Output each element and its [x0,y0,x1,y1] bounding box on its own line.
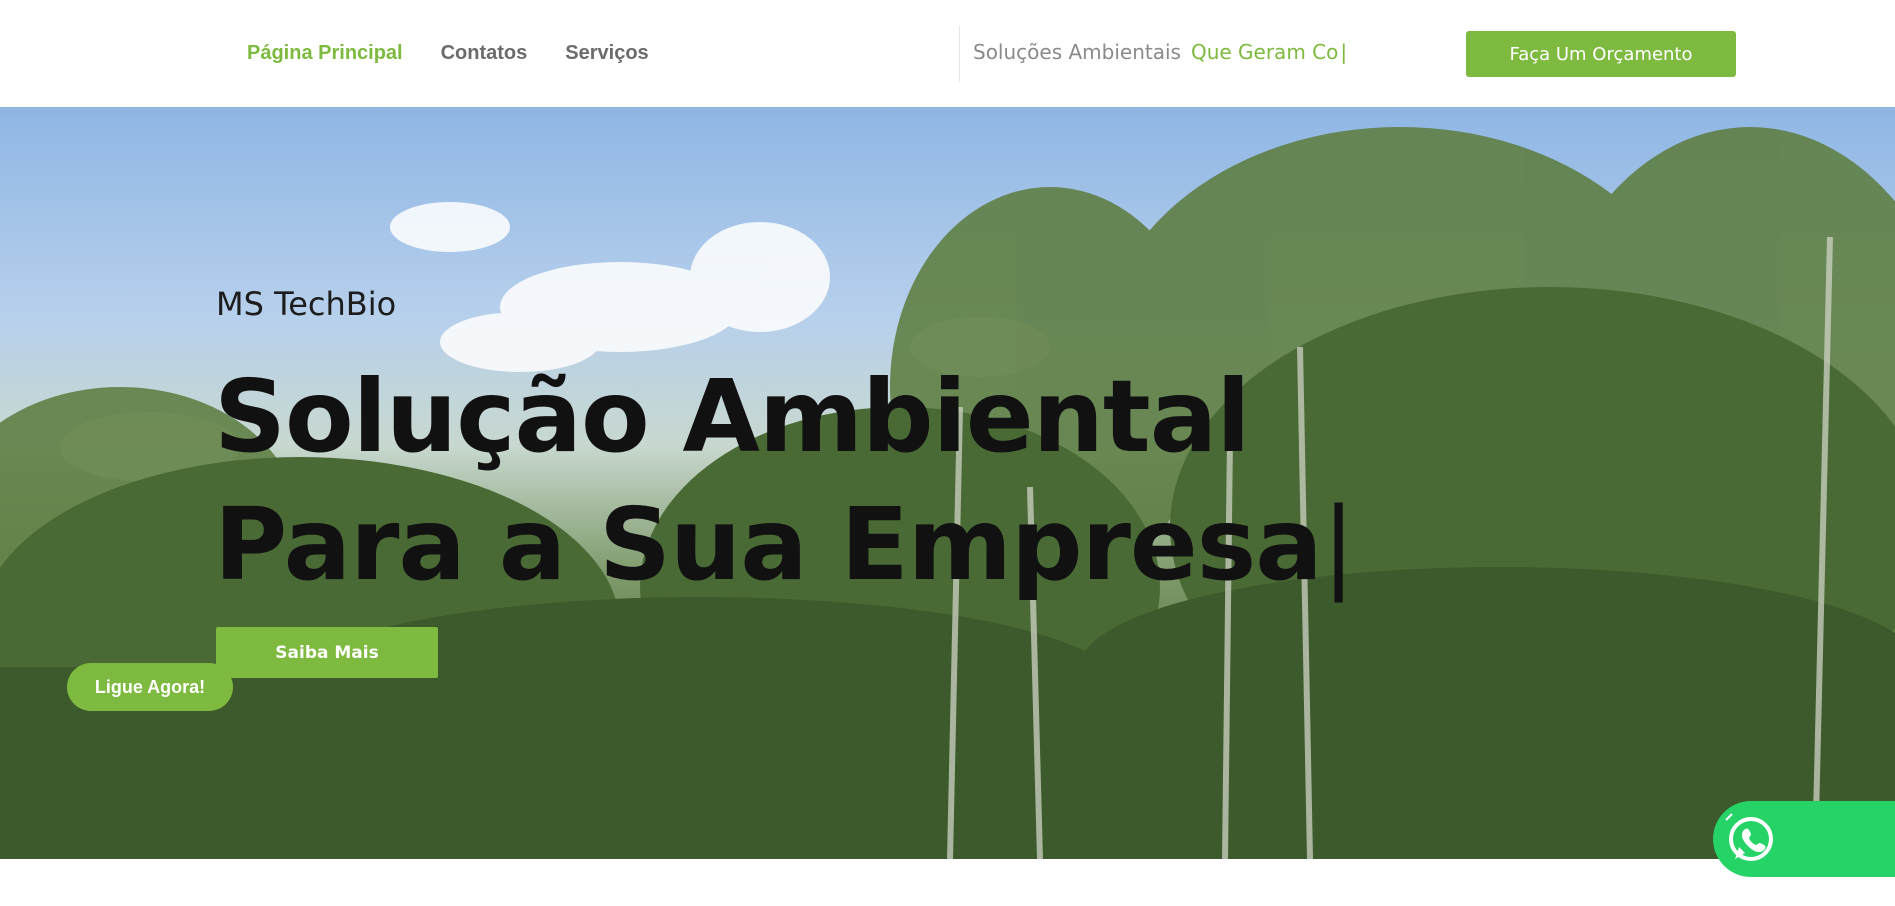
nav-services-link[interactable]: Serviços [565,42,648,65]
hero-section: MS TechBio Solução Ambiental Para a Sua … [0,107,1895,859]
headline-typing-cursor: | [1321,486,1356,603]
tagline-typing-cursor: | [1340,40,1348,64]
tagline-static-text: Soluções Ambientais [973,40,1181,64]
tagline-typed-text: Que Geram Co [1190,40,1339,64]
header-divider [959,26,960,82]
headline-line-2: Para a Sua Empresa [214,486,1323,603]
hero-kicker: MS TechBio [216,285,397,323]
headline-line-2-wrapper: Para a Sua Empresa| [214,481,1356,609]
whatsapp-status-icon [1725,813,1733,821]
headline-line-1: Solução Ambiental [214,358,1251,475]
whatsapp-button[interactable] [1713,801,1895,877]
nav-contacts-link[interactable]: Contatos [441,42,528,65]
header-tagline: Soluções Ambientais Que Geram Co | [973,40,1347,64]
call-now-button[interactable]: Ligue Agora! [67,663,233,711]
request-quote-button[interactable]: Faça Um Orçamento [1466,31,1736,77]
hero-headline: Solução Ambiental Para a Sua Empresa| [214,353,1356,609]
main-nav: Página Principal Contatos Serviços [247,42,649,65]
site-header: Página Principal Contatos Serviços Soluç… [0,0,1895,107]
learn-more-button[interactable]: Saiba Mais [216,627,438,678]
nav-home-link[interactable]: Página Principal [247,42,403,65]
